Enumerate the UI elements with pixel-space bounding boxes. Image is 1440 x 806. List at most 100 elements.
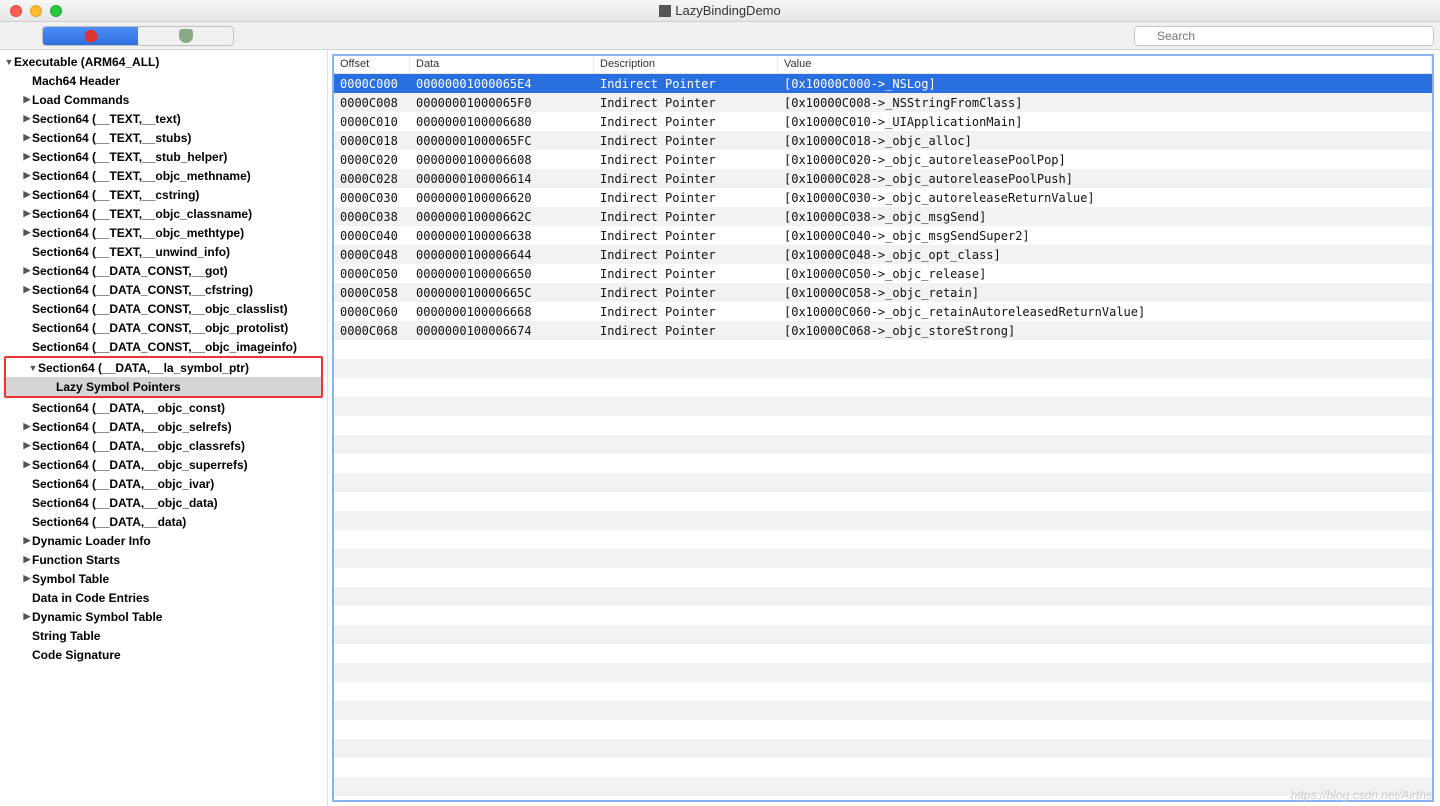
tree-item-label: Section64 (__DATA,__objc_superrefs): [32, 458, 248, 472]
table-row-empty: [334, 587, 1432, 606]
table-row[interactable]: 0000C0100000000100006680Indirect Pointer…: [334, 112, 1432, 131]
tree-item[interactable]: ▶Section64 (__DATA,__objc_classrefs): [0, 436, 327, 455]
tree-item[interactable]: ▶Section64 (__DATA,__objc_selrefs): [0, 417, 327, 436]
table-row[interactable]: 0000C0400000000100006638Indirect Pointer…: [334, 226, 1432, 245]
tree-item[interactable]: ▶Dynamic Loader Info: [0, 531, 327, 550]
table-row-empty: [334, 378, 1432, 397]
tree-item[interactable]: Section64 (__DATA,__objc_ivar): [0, 474, 327, 493]
tree-item-label: Dynamic Symbol Table: [32, 610, 162, 624]
cell-data: 0000000100006680: [410, 115, 594, 129]
tree-item[interactable]: ▶Section64 (__DATA,__objc_superrefs): [0, 455, 327, 474]
table-row[interactable]: 0000C0600000000100006668Indirect Pointer…: [334, 302, 1432, 321]
tree-item[interactable]: ▶Dynamic Symbol Table: [0, 607, 327, 626]
disclosure-icon[interactable]: ▶: [22, 459, 32, 470]
segment-left[interactable]: [43, 27, 138, 45]
tree-item-label: Dynamic Loader Info: [32, 534, 151, 548]
tree-item-label: Mach64 Header: [32, 74, 120, 88]
table-row-empty: [334, 758, 1432, 777]
tree-item[interactable]: Section64 (__DATA_CONST,__objc_classlist…: [0, 299, 327, 318]
disclosure-icon[interactable]: ▶: [22, 284, 32, 295]
disclosure-icon[interactable]: ▶: [22, 94, 32, 105]
tree-item[interactable]: ▶Section64 (__TEXT,__objc_methtype): [0, 223, 327, 242]
tree-item[interactable]: Section64 (__DATA_CONST,__objc_protolist…: [0, 318, 327, 337]
cell-value: [0x10000C048->_objc_opt_class]: [778, 248, 1432, 262]
tree-root[interactable]: ▼ Executable (ARM64_ALL): [0, 52, 327, 71]
tree-item[interactable]: Lazy Symbol Pointers: [6, 377, 321, 396]
table-row[interactable]: 0000C038000000010000662CIndirect Pointer…: [334, 207, 1432, 226]
table-row[interactable]: 0000C0500000000100006650Indirect Pointer…: [334, 264, 1432, 283]
col-value[interactable]: Value: [778, 56, 1432, 73]
tree-item[interactable]: ▶Section64 (__TEXT,__stubs): [0, 128, 327, 147]
disclosure-icon[interactable]: ▼: [28, 363, 38, 373]
tree-item[interactable]: ▼Section64 (__DATA,__la_symbol_ptr): [6, 358, 321, 377]
tree-item[interactable]: Section64 (__DATA,__objc_const): [0, 398, 327, 417]
tree-item-label: Function Starts: [32, 553, 120, 567]
disclosure-icon[interactable]: ▶: [22, 227, 32, 238]
cell-data: 0000000100006620: [410, 191, 594, 205]
tree-item[interactable]: ▶Section64 (__TEXT,__text): [0, 109, 327, 128]
search-input[interactable]: [1134, 26, 1434, 46]
table-row-empty: [334, 416, 1432, 435]
disclosure-icon[interactable]: ▶: [22, 554, 32, 565]
tree-item[interactable]: Code Signature: [0, 645, 327, 664]
tree-item[interactable]: Mach64 Header: [0, 71, 327, 90]
disclosure-icon[interactable]: ▶: [22, 611, 32, 622]
table-row[interactable]: 0000C0280000000100006614Indirect Pointer…: [334, 169, 1432, 188]
tree-item[interactable]: ▶Section64 (__TEXT,__objc_methname): [0, 166, 327, 185]
tree-item[interactable]: Section64 (__DATA,__objc_data): [0, 493, 327, 512]
disclosure-icon[interactable]: ▶: [22, 113, 32, 124]
tree-item[interactable]: String Table: [0, 626, 327, 645]
table-body[interactable]: 0000C00000000001000065E4Indirect Pointer…: [334, 74, 1432, 800]
disclosure-icon[interactable]: ▶: [22, 440, 32, 451]
cell-desc: Indirect Pointer: [594, 77, 778, 91]
disclosure-icon[interactable]: ▶: [22, 265, 32, 276]
tree-item[interactable]: ▶Section64 (__TEXT,__stub_helper): [0, 147, 327, 166]
disclosure-icon[interactable]: ▼: [4, 57, 14, 67]
col-offset[interactable]: Offset: [334, 56, 410, 73]
cell-value: [0x10000C018->_objc_alloc]: [778, 134, 1432, 148]
tree-item[interactable]: Section64 (__DATA,__data): [0, 512, 327, 531]
table-row-empty: [334, 682, 1432, 701]
tree-item[interactable]: ▶Section64 (__TEXT,__cstring): [0, 185, 327, 204]
tree-item[interactable]: ▶Symbol Table: [0, 569, 327, 588]
table-row[interactable]: 0000C058000000010000665CIndirect Pointer…: [334, 283, 1432, 302]
tree-item[interactable]: Section64 (__TEXT,__unwind_info): [0, 242, 327, 261]
cell-data: 0000000100006638: [410, 229, 594, 243]
cell-value: [0x10000C050->_objc_release]: [778, 267, 1432, 281]
col-data[interactable]: Data: [410, 56, 594, 73]
data-table[interactable]: Offset Data Description Value 0000C00000…: [332, 54, 1434, 802]
window-title-text: LazyBindingDemo: [675, 3, 781, 18]
disclosure-icon[interactable]: ▶: [22, 208, 32, 219]
search-box[interactable]: [1134, 26, 1434, 46]
disclosure-icon[interactable]: ▶: [22, 151, 32, 162]
table-row[interactable]: 0000C0680000000100006674Indirect Pointer…: [334, 321, 1432, 340]
disclosure-icon[interactable]: ▶: [22, 189, 32, 200]
tree-item[interactable]: ▶Section64 (__DATA_CONST,__cfstring): [0, 280, 327, 299]
table-row[interactable]: 0000C0200000000100006608Indirect Pointer…: [334, 150, 1432, 169]
tree-item[interactable]: ▶Section64 (__TEXT,__objc_classname): [0, 204, 327, 223]
disclosure-icon[interactable]: ▶: [22, 421, 32, 432]
cell-offset: 0000C018: [334, 134, 410, 148]
table-row-empty: [334, 530, 1432, 549]
table-row[interactable]: 0000C0480000000100006644Indirect Pointer…: [334, 245, 1432, 264]
tree-item[interactable]: ▶Function Starts: [0, 550, 327, 569]
tree-item[interactable]: ▶Load Commands: [0, 90, 327, 109]
tree-item[interactable]: Section64 (__DATA_CONST,__objc_imageinfo…: [0, 337, 327, 356]
table-row[interactable]: 0000C00000000001000065E4Indirect Pointer…: [334, 74, 1432, 93]
disclosure-icon[interactable]: ▶: [22, 132, 32, 143]
tree-item[interactable]: Data in Code Entries: [0, 588, 327, 607]
table-row[interactable]: 0000C00800000001000065F0Indirect Pointer…: [334, 93, 1432, 112]
disclosure-icon[interactable]: ▶: [22, 170, 32, 181]
sidebar[interactable]: ▼ Executable (ARM64_ALL) Mach64 Header▶L…: [0, 50, 328, 806]
watermark: https://blog.csdn.net/Airths: [1291, 788, 1432, 802]
disclosure-icon[interactable]: ▶: [22, 573, 32, 584]
tree-item[interactable]: ▶Section64 (__DATA_CONST,__got): [0, 261, 327, 280]
table-row-empty: [334, 492, 1432, 511]
disclosure-icon[interactable]: ▶: [22, 535, 32, 546]
table-row[interactable]: 0000C01800000001000065FCIndirect Pointer…: [334, 131, 1432, 150]
table-row-empty: [334, 397, 1432, 416]
table-row[interactable]: 0000C0300000000100006620Indirect Pointer…: [334, 188, 1432, 207]
segmented-control[interactable]: [42, 26, 234, 46]
col-description[interactable]: Description: [594, 56, 778, 73]
segment-right[interactable]: [138, 27, 233, 45]
